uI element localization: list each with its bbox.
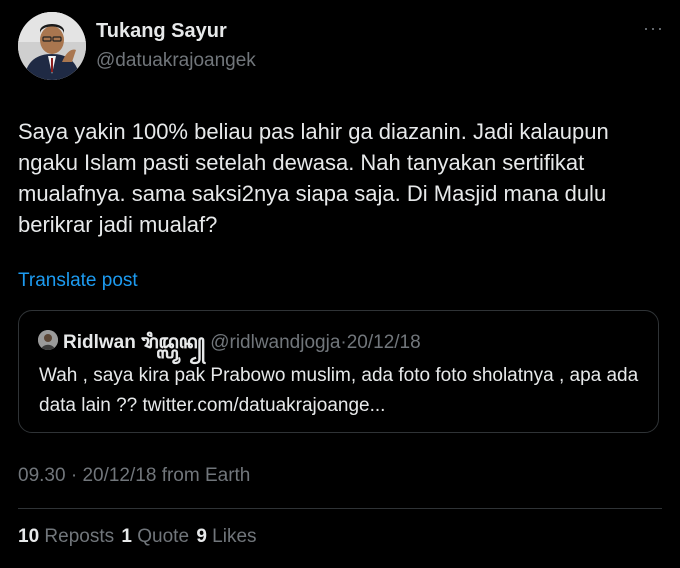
more-options-icon[interactable]: ··· — [643, 18, 664, 39]
quoted-author-handle: @ridlwandjogja — [210, 332, 341, 353]
author-name[interactable]: Tukang Sayur — [96, 20, 227, 43]
reposts-label: Reposts — [44, 526, 115, 547]
quoted-text: Wah , saya kira pak Prabowo muslim, ada … — [39, 365, 639, 416]
likes-count: 9 — [196, 526, 207, 547]
post-time[interactable]: 09.30 — [18, 465, 66, 486]
quotes-label: Quote — [137, 526, 190, 547]
post-date[interactable]: 20/12/18 — [82, 465, 156, 486]
quoted-author-name: Ridlwan ꦫꦶꦢ꧀ꦭ꧀ꦮꦤ꧀ — [63, 332, 205, 353]
author-photo — [18, 12, 86, 80]
post-text: Saya yakin 100% beliau pas lahir ga diaz… — [18, 119, 609, 237]
quotes-stat[interactable]: 1 Quote — [121, 526, 189, 547]
author-handle[interactable]: @datuakrajoangek — [96, 50, 256, 72]
quoted-avatar-photo — [38, 330, 58, 350]
translate-post-link[interactable]: Translate post — [18, 270, 138, 292]
likes-stat[interactable]: 9 Likes — [196, 526, 256, 547]
post-metadata: 09.30 · 20/12/18 from Earth — [18, 465, 250, 487]
quotes-count: 1 — [121, 526, 132, 547]
author-avatar[interactable] — [18, 12, 86, 80]
meta-separator: · — [70, 465, 78, 486]
quoted-date: 20/12/18 — [346, 332, 421, 353]
quoted-author-avatar — [38, 330, 58, 350]
engagement-stats: 10 Reposts 1 Quote 9 Likes — [18, 526, 259, 548]
divider — [18, 508, 662, 509]
quoted-post[interactable]: Ridlwan ꦫꦶꦢ꧀ꦭ꧀ꦮꦤ꧀ @ridlwandjogja·20/12/1… — [18, 310, 659, 433]
reposts-count: 10 — [18, 526, 40, 547]
post-source: from Earth — [161, 465, 251, 486]
reposts-stat[interactable]: 10 Reposts — [18, 526, 114, 547]
likes-label: Likes — [212, 526, 257, 547]
